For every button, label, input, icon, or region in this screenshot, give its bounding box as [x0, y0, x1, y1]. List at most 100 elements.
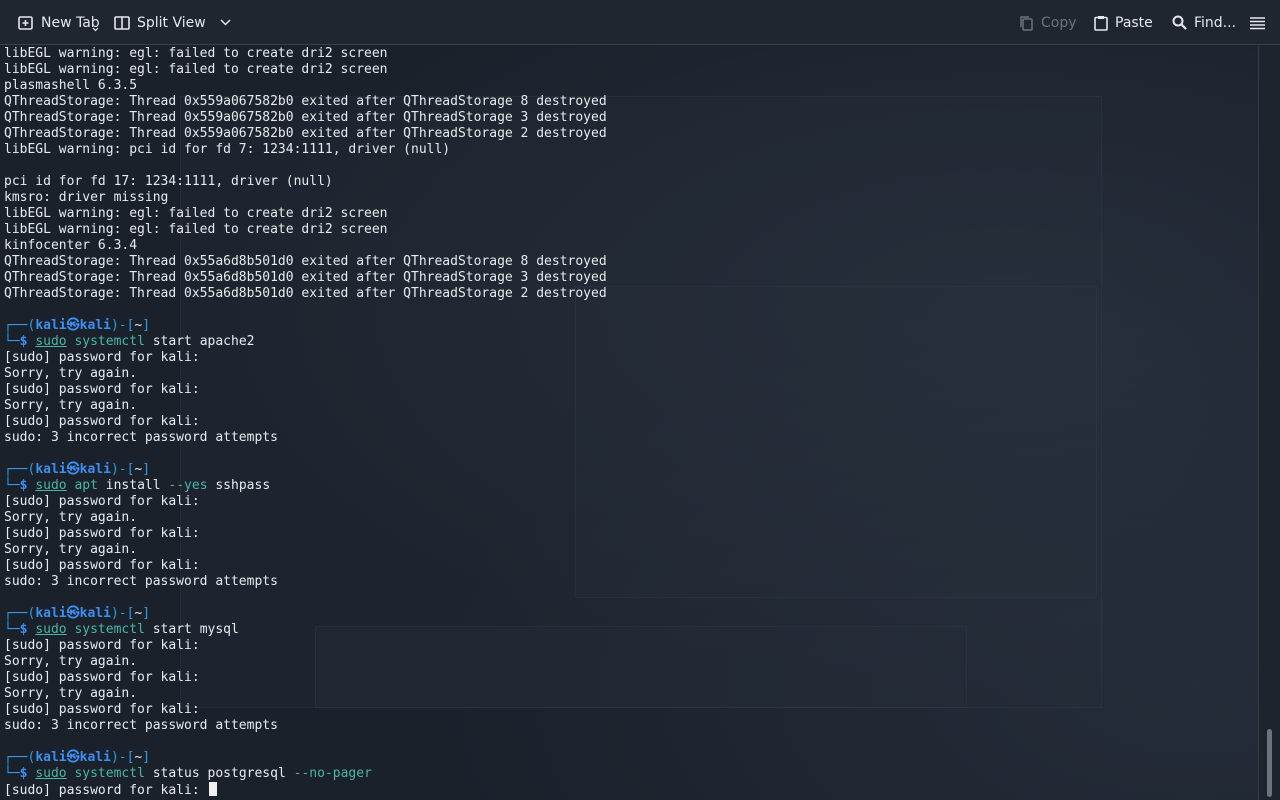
command-args: start mysql	[144, 622, 239, 637]
paste-button[interactable]: Paste	[1094, 0, 1153, 45]
output-line: QThreadStorage: Thread 0x559a067582b0 ex…	[4, 126, 607, 141]
prompt-frame: └─	[4, 622, 20, 637]
copy-icon	[1019, 15, 1034, 31]
scrollbar-thumb[interactable]	[1267, 729, 1272, 797]
command-binary: apt	[74, 478, 98, 493]
output-line: [sudo] password for kali:	[4, 350, 200, 365]
command-option: --no-pager	[293, 766, 372, 781]
password-input-line[interactable]: [sudo] password for kali:	[4, 782, 607, 798]
command-binary: systemctl	[74, 334, 145, 349]
prompt-user-host: kali㉿kali	[35, 318, 111, 333]
search-icon	[1172, 15, 1187, 30]
command-line: └─$ sudo apt install --yes sshpass	[4, 478, 607, 494]
output-line: QThreadStorage: Thread 0x55a6d8b501d0 ex…	[4, 270, 607, 285]
output-line: sudo: 3 incorrect password attempts	[4, 574, 278, 589]
output-line: Sorry, try again.	[4, 398, 138, 413]
output-line: [sudo] password for kali:	[4, 638, 200, 653]
output-line: sudo: 3 incorrect password attempts	[4, 430, 278, 445]
command-line: └─$ sudo systemctl start mysql	[4, 622, 607, 638]
output-line: Sorry, try again.	[4, 686, 138, 701]
prompt-frame: ┌──(	[4, 606, 36, 621]
terminal-scrollbar[interactable]	[1258, 46, 1280, 800]
text-cursor	[208, 782, 217, 796]
terminal-output-area[interactable]: libEGL warning: egl: failed to create dr…	[0, 46, 1258, 800]
password-prompt: [sudo] password for kali:	[4, 783, 208, 798]
hamburger-menu-icon	[1250, 16, 1265, 30]
prompt-header-line: ┌──(kali㉿kali)-[~]	[4, 318, 607, 334]
chevron-down-icon[interactable]	[220, 19, 231, 26]
command-sudo: sudo	[35, 622, 67, 637]
output-line: [sudo] password for kali:	[4, 670, 200, 685]
command-option: --yes	[168, 478, 208, 493]
command-binary: systemctl	[74, 766, 145, 781]
find-label: Find...	[1194, 14, 1237, 31]
output-line: [sudo] password for kali:	[4, 558, 200, 573]
output-line: [sudo] password for kali:	[4, 526, 200, 541]
output-line: libEGL warning: pci id for fd 7: 1234:11…	[4, 142, 451, 157]
command-args: sshpass	[207, 478, 271, 493]
new-tab-label: New Tab	[41, 14, 100, 31]
terminal-text: libEGL warning: egl: failed to create dr…	[4, 46, 607, 798]
prompt-header-line: ┌──(kali㉿kali)-[~]	[4, 606, 607, 622]
prompt-frame: )-[	[110, 750, 135, 765]
prompt-frame: )-[	[110, 462, 135, 477]
output-line: libEGL warning: egl: failed to create dr…	[4, 206, 388, 221]
find-button[interactable]: Find...	[1172, 0, 1236, 45]
output-line: QThreadStorage: Thread 0x559a067582b0 ex…	[4, 94, 607, 109]
copy-button[interactable]: Copy	[1019, 0, 1077, 45]
prompt-header-line: ┌──(kali㉿kali)-[~]	[4, 462, 607, 478]
prompt-dollar: $	[19, 766, 36, 781]
prompt-user-host: kali㉿kali	[35, 462, 111, 477]
prompt-header-line: ┌──(kali㉿kali)-[~]	[4, 750, 607, 766]
prompt-frame: └─	[4, 334, 20, 349]
output-line: kinfocenter 6.3.4	[4, 238, 138, 253]
output-line: Sorry, try again.	[4, 366, 138, 381]
prompt-frame: ]	[142, 750, 151, 765]
hamburger-menu-button[interactable]	[1250, 0, 1265, 45]
output-line: libEGL warning: egl: failed to create dr…	[4, 62, 388, 77]
prompt-user-host: kali㉿kali	[35, 750, 111, 765]
output-line: pci id for fd 17: 1234:1111, driver (nul…	[4, 174, 333, 189]
prompt-frame: └─	[4, 766, 20, 781]
output-line: Sorry, try again.	[4, 654, 138, 669]
command-args: status postgresql	[144, 766, 294, 781]
prompt-dollar: $	[19, 334, 36, 349]
command-line: └─$ sudo systemctl status postgresql --n…	[4, 766, 607, 782]
output-line: [sudo] password for kali:	[4, 702, 200, 717]
chevron-down-icon	[92, 27, 99, 32]
new-tab-icon	[18, 15, 34, 31]
prompt-frame: )-[	[110, 606, 135, 621]
split-view-button[interactable]: Split View	[114, 0, 231, 45]
prompt-frame: ┌──(	[4, 462, 36, 477]
prompt-frame: ]	[142, 318, 151, 333]
output-line: QThreadStorage: Thread 0x55a6d8b501d0 ex…	[4, 286, 607, 301]
paste-label: Paste	[1115, 14, 1153, 31]
output-line: [sudo] password for kali:	[4, 494, 200, 509]
split-view-label: Split View	[137, 14, 206, 31]
output-line: QThreadStorage: Thread 0x559a067582b0 ex…	[4, 110, 607, 125]
output-line: [sudo] password for kali:	[4, 382, 200, 397]
new-tab-button[interactable]: New Tab	[18, 0, 100, 45]
terminal-toolbar: New Tab Split View Copy Paste Find...	[0, 0, 1280, 45]
output-line: libEGL warning: egl: failed to create dr…	[4, 46, 388, 61]
prompt-frame: ]	[142, 462, 151, 477]
command-sudo: sudo	[35, 766, 67, 781]
prompt-frame: ]	[142, 606, 151, 621]
output-line: Sorry, try again.	[4, 510, 138, 525]
output-line: [sudo] password for kali:	[4, 414, 200, 429]
prompt-frame: └─	[4, 478, 20, 493]
command-binary: systemctl	[74, 622, 145, 637]
copy-label: Copy	[1041, 14, 1077, 31]
command-args: install	[97, 478, 169, 493]
prompt-frame: ┌──(	[4, 750, 36, 765]
prompt-frame: )-[	[110, 318, 135, 333]
prompt-dollar: $	[19, 478, 36, 493]
prompt-dollar: $	[19, 622, 36, 637]
output-line: plasmashell 6.3.5	[4, 78, 138, 93]
background-dialog-ghost	[575, 286, 1097, 598]
command-line: └─$ sudo systemctl start apache2	[4, 334, 607, 350]
